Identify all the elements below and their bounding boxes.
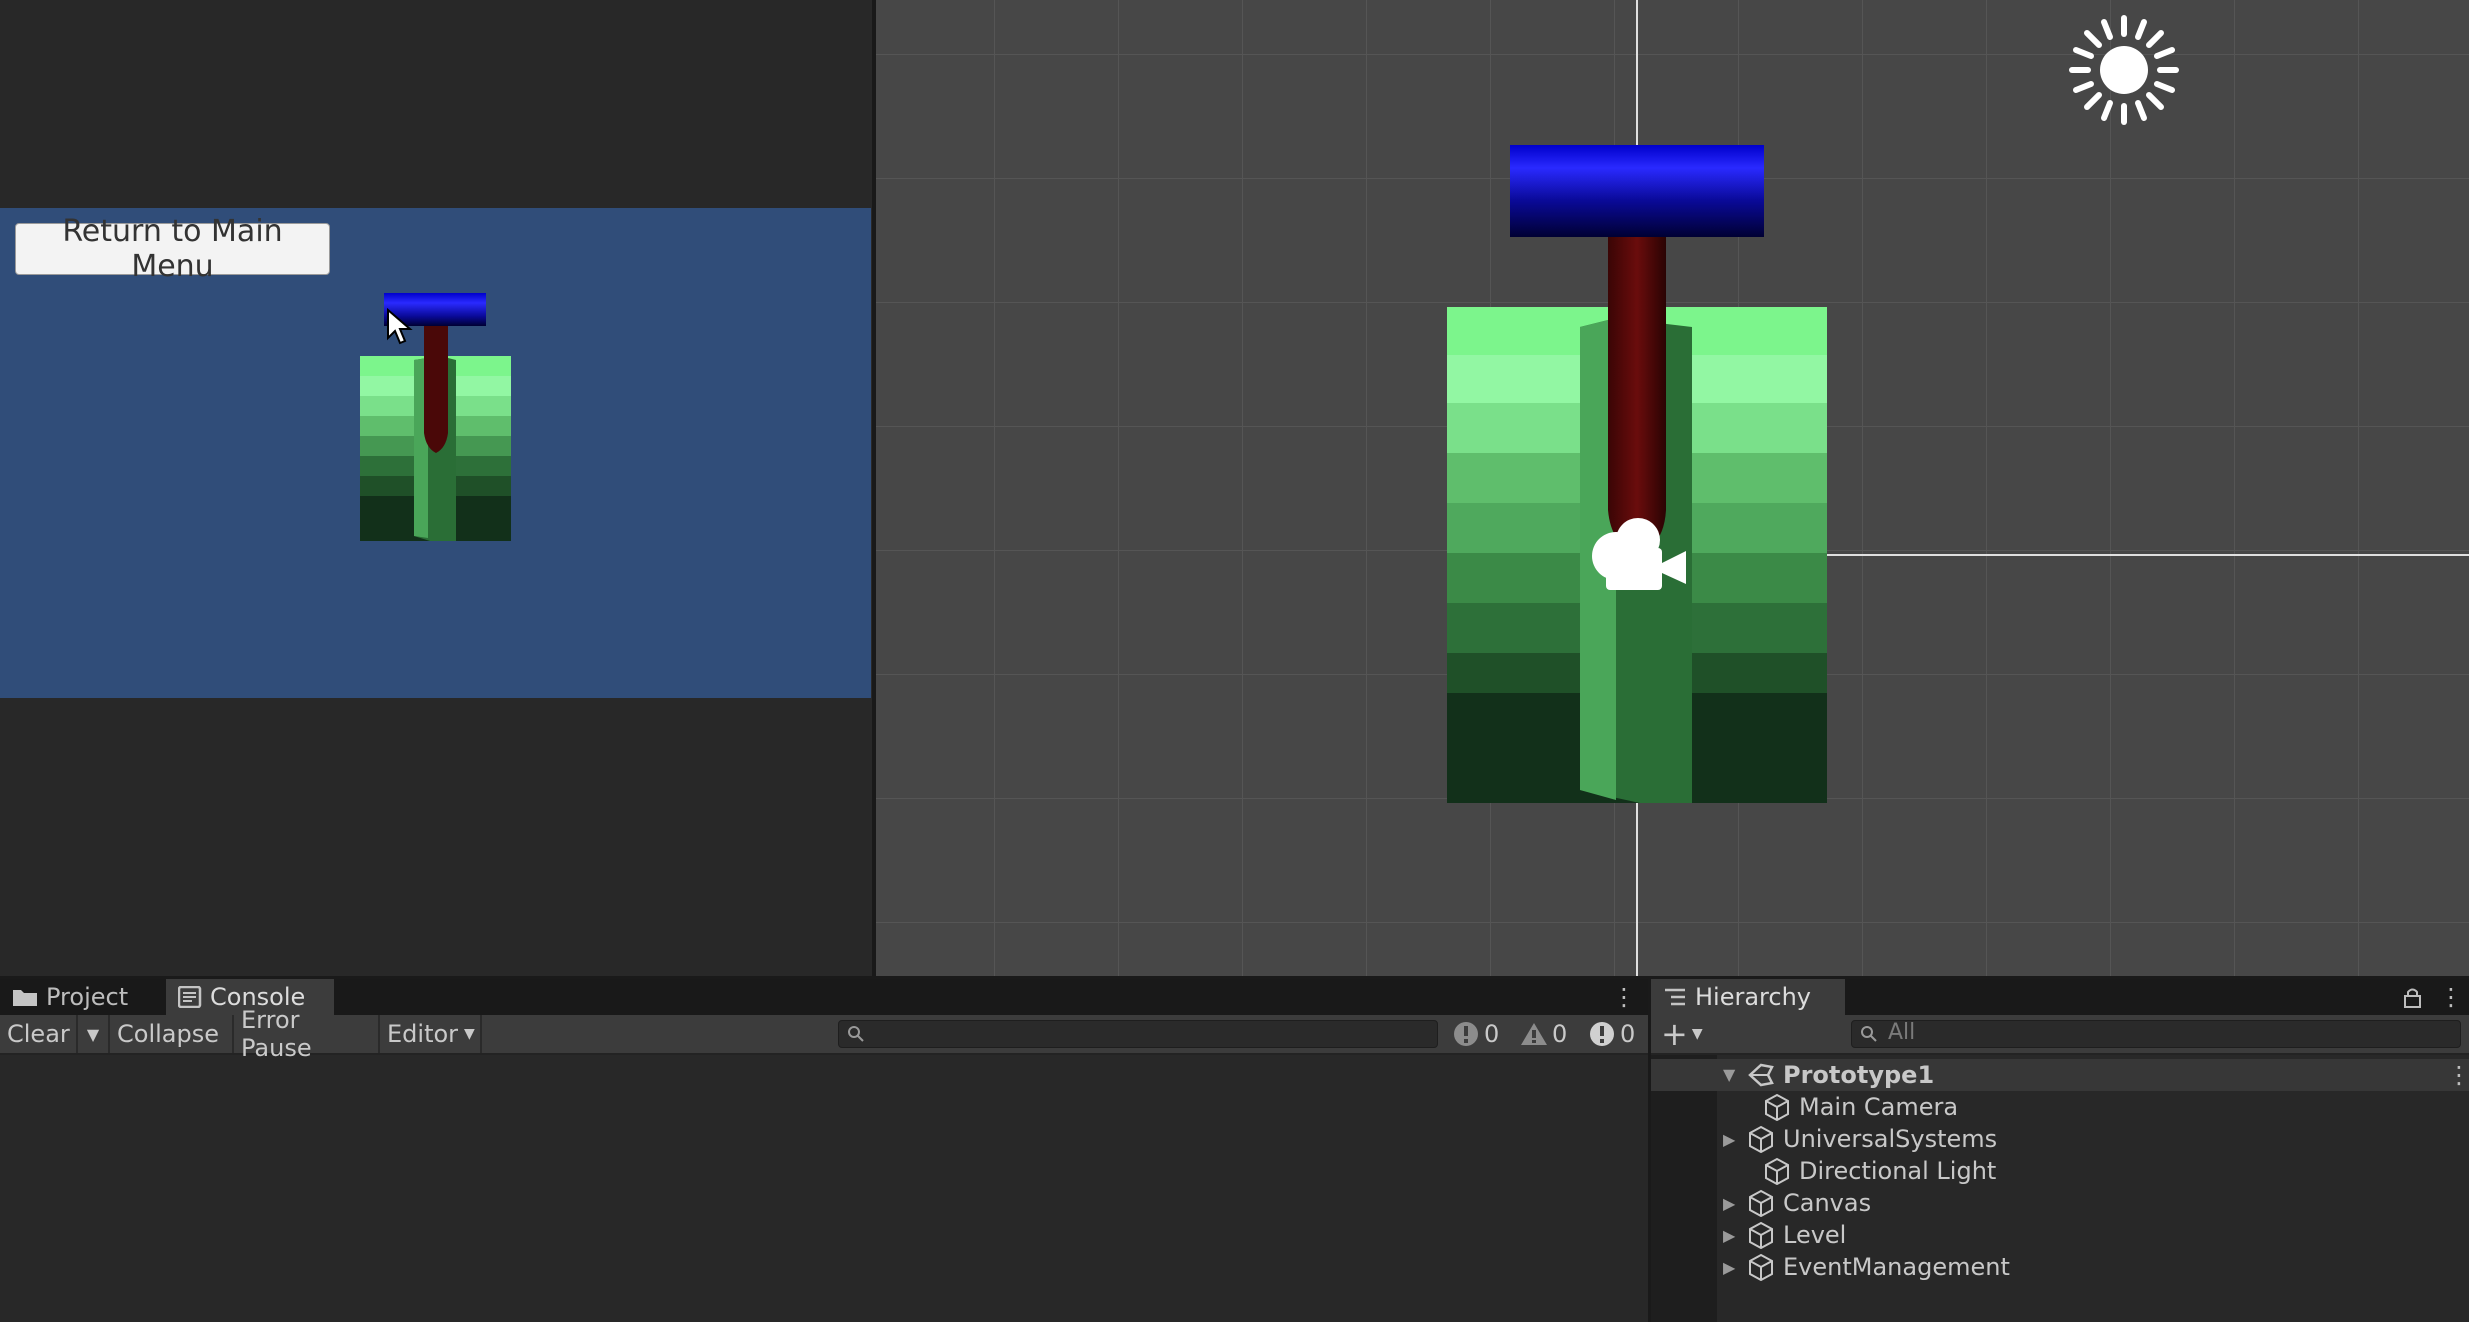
gameobject-cube-icon (1749, 1221, 1773, 1249)
scene-row[interactable]: ▼ Prototype1 ⋮ (1651, 1059, 2469, 1091)
editor-dropdown[interactable]: Editor ▼ (380, 1015, 482, 1053)
directional-light-gizmo-icon[interactable] (2069, 15, 2179, 125)
hierarchy-item-label: Canvas (1783, 1189, 1872, 1217)
hierarchy-item[interactable]: ▶ UniversalSystems (1717, 1123, 1997, 1155)
hierarchy-item-label: EventManagement (1783, 1253, 2010, 1281)
search-icon (848, 1026, 864, 1042)
hierarchy-item[interactable]: ▶ Canvas (1717, 1187, 1871, 1219)
hierarchy-tabbar: Hierarchy ⋮ (1651, 979, 2469, 1015)
error-icon (1590, 1022, 1614, 1046)
hierarchy-list-icon (1665, 988, 1685, 1006)
scene-view[interactable] (876, 0, 2469, 978)
error-pause-button[interactable]: Error Pause (234, 1006, 380, 1062)
tab-hierarchy[interactable]: Hierarchy (1651, 979, 1845, 1015)
hierarchy-item[interactable]: ▶ EventManagement (1717, 1251, 2010, 1283)
gameobject-cube-icon (1749, 1189, 1773, 1217)
return-to-main-menu-button[interactable]: Return to Main Menu (15, 214, 330, 284)
mouse-cursor-icon (387, 308, 413, 345)
expand-arrow-icon[interactable]: ▶ (1723, 1258, 1747, 1277)
expand-arrow-icon[interactable]: ▶ (1723, 1130, 1747, 1149)
search-icon (1861, 1026, 1877, 1042)
hierarchy-item-label: Main Camera (1799, 1093, 1959, 1121)
hierarchy-search-input[interactable]: All (1851, 1020, 2461, 1048)
gameobject-cube-icon (1749, 1253, 1773, 1281)
scene-more-icon[interactable]: ⋮ (2447, 1059, 2469, 1091)
clear-options-dropdown[interactable]: ▼ (78, 1015, 110, 1053)
hierarchy-item[interactable]: ▶ Level (1717, 1219, 1846, 1251)
hammer-handle (424, 326, 448, 453)
tab-hierarchy-label: Hierarchy (1695, 983, 1812, 1011)
error-count-toggle[interactable]: 0 (1588, 1015, 1635, 1053)
game-canvas[interactable]: Return to Main Menu (0, 208, 871, 698)
hierarchy-item-label: Level (1783, 1221, 1847, 1249)
gameobject-cube-icon (1765, 1093, 1789, 1121)
console-icon (178, 986, 202, 1008)
expand-arrow-icon[interactable]: ▶ (1723, 1194, 1747, 1213)
hierarchy-item[interactable]: Main Camera (1717, 1091, 1958, 1123)
warning-count-toggle[interactable]: 0 (1520, 1015, 1567, 1053)
error-count: 0 (1620, 1020, 1636, 1048)
folder-icon (13, 990, 37, 1006)
warning-icon (1521, 1023, 1547, 1045)
warning-count: 0 (1552, 1020, 1568, 1048)
collapse-button[interactable]: Collapse (110, 1015, 234, 1053)
tab-project-label: Project (46, 983, 129, 1011)
unity-scene-icon (1748, 1063, 1774, 1087)
hierarchy-toolbar: + ▼ All (1651, 1015, 2469, 1055)
chevron-down-icon: ▼ (464, 1026, 475, 1042)
console-search-input[interactable] (838, 1020, 1438, 1048)
chevron-down-icon: ▼ (1691, 1026, 1703, 1042)
hierarchy-more-icon[interactable]: ⋮ (2439, 985, 2463, 1011)
game-view[interactable]: Return to Main Menu (0, 0, 872, 978)
hierarchy-item-label: UniversalSystems (1783, 1125, 1998, 1153)
log-count: 0 (1484, 1020, 1500, 1048)
hierarchy-search-placeholder: All (1888, 1020, 1916, 1045)
scene-name: Prototype1 (1783, 1061, 1935, 1089)
console-panel: Project Console ⋮ Clear ▼ Collapse Error… (0, 979, 1648, 1322)
expand-arrow-icon[interactable]: ▶ (1723, 1226, 1747, 1245)
scene-hammer-handle (1608, 235, 1666, 555)
clear-button[interactable]: Clear (0, 1015, 78, 1053)
tab-project[interactable]: Project (0, 979, 166, 1015)
editor-dropdown-label: Editor (387, 1020, 459, 1048)
lock-icon[interactable] (2403, 987, 2423, 1009)
chevron-down-icon: ▼ (86, 1024, 100, 1044)
console-more-icon[interactable]: ⋮ (1612, 985, 1636, 1011)
hierarchy-list: Main Camera ▶ UniversalSystems Direction… (1651, 1091, 2469, 1291)
gameobject-cube-icon (1765, 1157, 1789, 1185)
hierarchy-panel: Hierarchy ⋮ + ▼ All ▼ Prototype1 ⋮ Main … (1651, 979, 2469, 1322)
hierarchy-item[interactable]: Directional Light (1717, 1155, 1996, 1187)
scene-render (876, 0, 2469, 978)
plus-icon: + (1661, 1015, 1688, 1053)
console-toolbar: Clear ▼ Collapse Error Pause Editor ▼ 0 … (0, 1006, 1648, 1062)
gameobject-cube-icon (1749, 1125, 1773, 1153)
create-object-dropdown[interactable]: + ▼ (1661, 1015, 1703, 1053)
info-icon (1454, 1022, 1478, 1046)
scene-hammer-head (1510, 145, 1764, 237)
hierarchy-item-label: Directional Light (1799, 1157, 1997, 1185)
collapse-arrow-icon[interactable]: ▼ (1723, 1065, 1735, 1084)
log-count-toggle[interactable]: 0 (1452, 1015, 1499, 1053)
